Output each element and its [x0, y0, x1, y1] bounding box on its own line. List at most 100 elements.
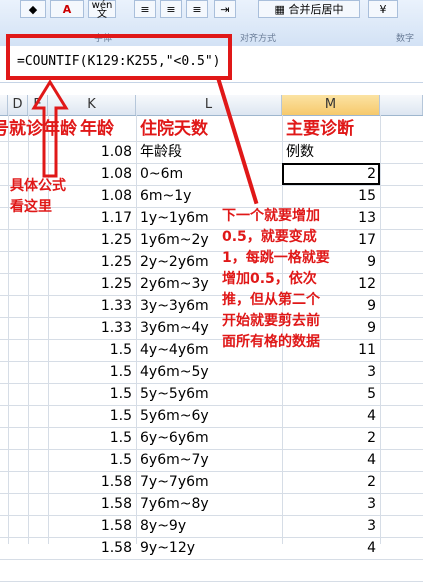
- table-row: 1.58 9y~12y 4: [0, 537, 423, 559]
- cell-age[interactable]: 1.58: [48, 493, 132, 515]
- merge-icon: ▦: [274, 3, 285, 16]
- align-center-icon: ≡: [166, 3, 176, 16]
- cell-age[interactable]: 1.25: [48, 229, 132, 251]
- cell-age[interactable]: 1.58: [48, 471, 132, 493]
- table-row: 1.5 6y6m~7y 4: [0, 449, 423, 471]
- fill-color-button[interactable]: ◆: [20, 0, 46, 18]
- cell-age-range[interactable]: 4y6m~5y: [140, 361, 209, 383]
- cell-count[interactable]: 4: [282, 537, 376, 559]
- arrow-up-icon: [31, 80, 69, 178]
- indent-icon: ⇥: [220, 3, 230, 16]
- column-header-partial[interactable]: [0, 95, 8, 115]
- formula-highlight-box: [6, 34, 232, 80]
- cell-age[interactable]: 1.33: [48, 317, 132, 339]
- font-color-icon: A: [62, 3, 72, 16]
- step-note-line: 推，但从第二个: [222, 292, 320, 308]
- cell-age-range[interactable]: 0~6m: [140, 163, 183, 185]
- step-note-line: 面所有格的数据: [222, 334, 320, 350]
- cell-age-range[interactable]: 6m~1y: [140, 185, 191, 207]
- cell-age-range[interactable]: 7y6m~8y: [140, 493, 209, 515]
- cell-age[interactable]: 1.5: [48, 339, 132, 361]
- table-row: 1.25 1y6m~2y 17: [0, 229, 423, 251]
- selected-cell[interactable]: [282, 163, 380, 185]
- formula-note: 具体公式 看这里: [10, 176, 66, 218]
- table-row: 1.5 4y6m~5y 3: [0, 361, 423, 383]
- cell-age-range[interactable]: 3y6m~4y: [140, 317, 209, 339]
- cell-age-range[interactable]: 7y~7y6m: [140, 471, 209, 493]
- phonetic-button[interactable]: wén 文: [88, 0, 116, 20]
- cell-age[interactable]: 1.25: [48, 273, 132, 295]
- cell-age-range[interactable]: 2y6m~3y: [140, 273, 209, 295]
- cell-count[interactable]: 15: [282, 185, 376, 207]
- cell-count[interactable]: 4: [282, 449, 376, 471]
- font-color-button[interactable]: A: [50, 0, 84, 18]
- header-m[interactable]: 主要诊断: [286, 117, 354, 141]
- cell-age-range[interactable]: 6y~6y6m: [140, 427, 209, 449]
- cell-age-range[interactable]: 4y~4y6m: [140, 339, 209, 361]
- table-row: 1.58 8y~9y 3: [0, 515, 423, 537]
- cell-age[interactable]: 1.5: [48, 361, 132, 383]
- currency-icon: ¥: [379, 3, 387, 16]
- cell-age-range[interactable]: 1y~1y6m: [140, 207, 209, 229]
- merge-center-button[interactable]: ▦ 合并后居中: [258, 0, 360, 18]
- cell-age-range[interactable]: 2y~2y6m: [140, 251, 209, 273]
- step-note-line: 下一个就要增加: [222, 208, 320, 224]
- cell-count[interactable]: 例数: [286, 141, 314, 163]
- align-right-button[interactable]: ≡: [186, 0, 208, 18]
- indent-button[interactable]: ⇥: [214, 0, 236, 18]
- align-left-button[interactable]: ≡: [134, 0, 156, 18]
- cell-age-range[interactable]: 6y6m~7y: [140, 449, 209, 471]
- table-row: 1.33 3y6m~4y 9: [0, 317, 423, 339]
- align-center-button[interactable]: ≡: [160, 0, 182, 18]
- step-note: 下一个就要增加 0.5，就要变成 1，每跳一格就要 增加0.5，依次 推，但从第二个 开始…: [222, 206, 330, 353]
- cell-count[interactable]: 3: [282, 515, 376, 537]
- align-left-icon: ≡: [140, 3, 150, 16]
- number-format-button[interactable]: ¥: [368, 0, 398, 18]
- table-row: 1.5 5y6m~6y 4: [0, 405, 423, 427]
- header-l[interactable]: 住院天数: [140, 117, 208, 141]
- cell-age[interactable]: 1.25: [48, 251, 132, 273]
- table-row: 1.5 4y~4y6m 11: [0, 339, 423, 361]
- paint-bucket-icon: ◆: [28, 3, 38, 16]
- cell-age-range[interactable]: 年龄段: [140, 141, 182, 163]
- cell-age[interactable]: 1.5: [48, 449, 132, 471]
- cell-age[interactable]: 1.5: [48, 405, 132, 427]
- step-note-line: 开始就要剪去前: [222, 313, 320, 329]
- column-header-l[interactable]: L: [136, 95, 282, 115]
- table-row: 1.58 7y~7y6m 2: [0, 471, 423, 493]
- table-row: 1.25 2y~2y6m 9: [0, 251, 423, 273]
- cell-count[interactable]: 5: [282, 383, 376, 405]
- align-right-icon: ≡: [192, 3, 202, 16]
- table-row: 1.33 3y~3y6m 9: [0, 295, 423, 317]
- table-row: 1.5 5y~5y6m 5: [0, 383, 423, 405]
- step-note-line: 增加0.5，依次: [222, 271, 317, 287]
- header-k[interactable]: 年龄: [80, 117, 114, 141]
- cell-count[interactable]: 3: [282, 493, 376, 515]
- cell-age[interactable]: 1.5: [48, 383, 132, 405]
- cell-age-range[interactable]: 3y~3y6m: [140, 295, 209, 317]
- cell-age[interactable]: 1.58: [48, 515, 132, 537]
- phonetic-char: 文: [97, 9, 107, 20]
- cell-count[interactable]: 2: [282, 427, 376, 449]
- cell-age-range[interactable]: 5y~5y6m: [140, 383, 209, 405]
- table-row: 1.5 6y~6y6m 2: [0, 427, 423, 449]
- cell-count[interactable]: 3: [282, 361, 376, 383]
- formula-note-line1: 具体公式: [10, 178, 66, 194]
- column-header-m[interactable]: M: [282, 95, 380, 115]
- cell-age-range[interactable]: 8y~9y: [140, 515, 186, 537]
- column-header-next[interactable]: [380, 95, 423, 115]
- cell-age-range[interactable]: 1y6m~2y: [140, 229, 209, 251]
- cell-age[interactable]: 1.5: [48, 427, 132, 449]
- step-note-line: 1，每跳一格就要: [222, 250, 330, 266]
- table-row: 1.25 2y6m~3y 12: [0, 273, 423, 295]
- column-header-d[interactable]: D: [8, 95, 28, 115]
- cell-count[interactable]: 2: [282, 471, 376, 493]
- cell-age-range[interactable]: 9y~12y: [140, 537, 195, 559]
- cell-age[interactable]: 1.58: [48, 537, 132, 559]
- merge-center-label: 合并后居中: [288, 3, 344, 16]
- cell-count[interactable]: 4: [282, 405, 376, 427]
- cell-age-range[interactable]: 5y6m~6y: [140, 405, 209, 427]
- cell-age[interactable]: 1.33: [48, 295, 132, 317]
- step-note-line: 0.5，就要变成: [222, 229, 317, 245]
- formula-note-line2: 看这里: [10, 199, 52, 215]
